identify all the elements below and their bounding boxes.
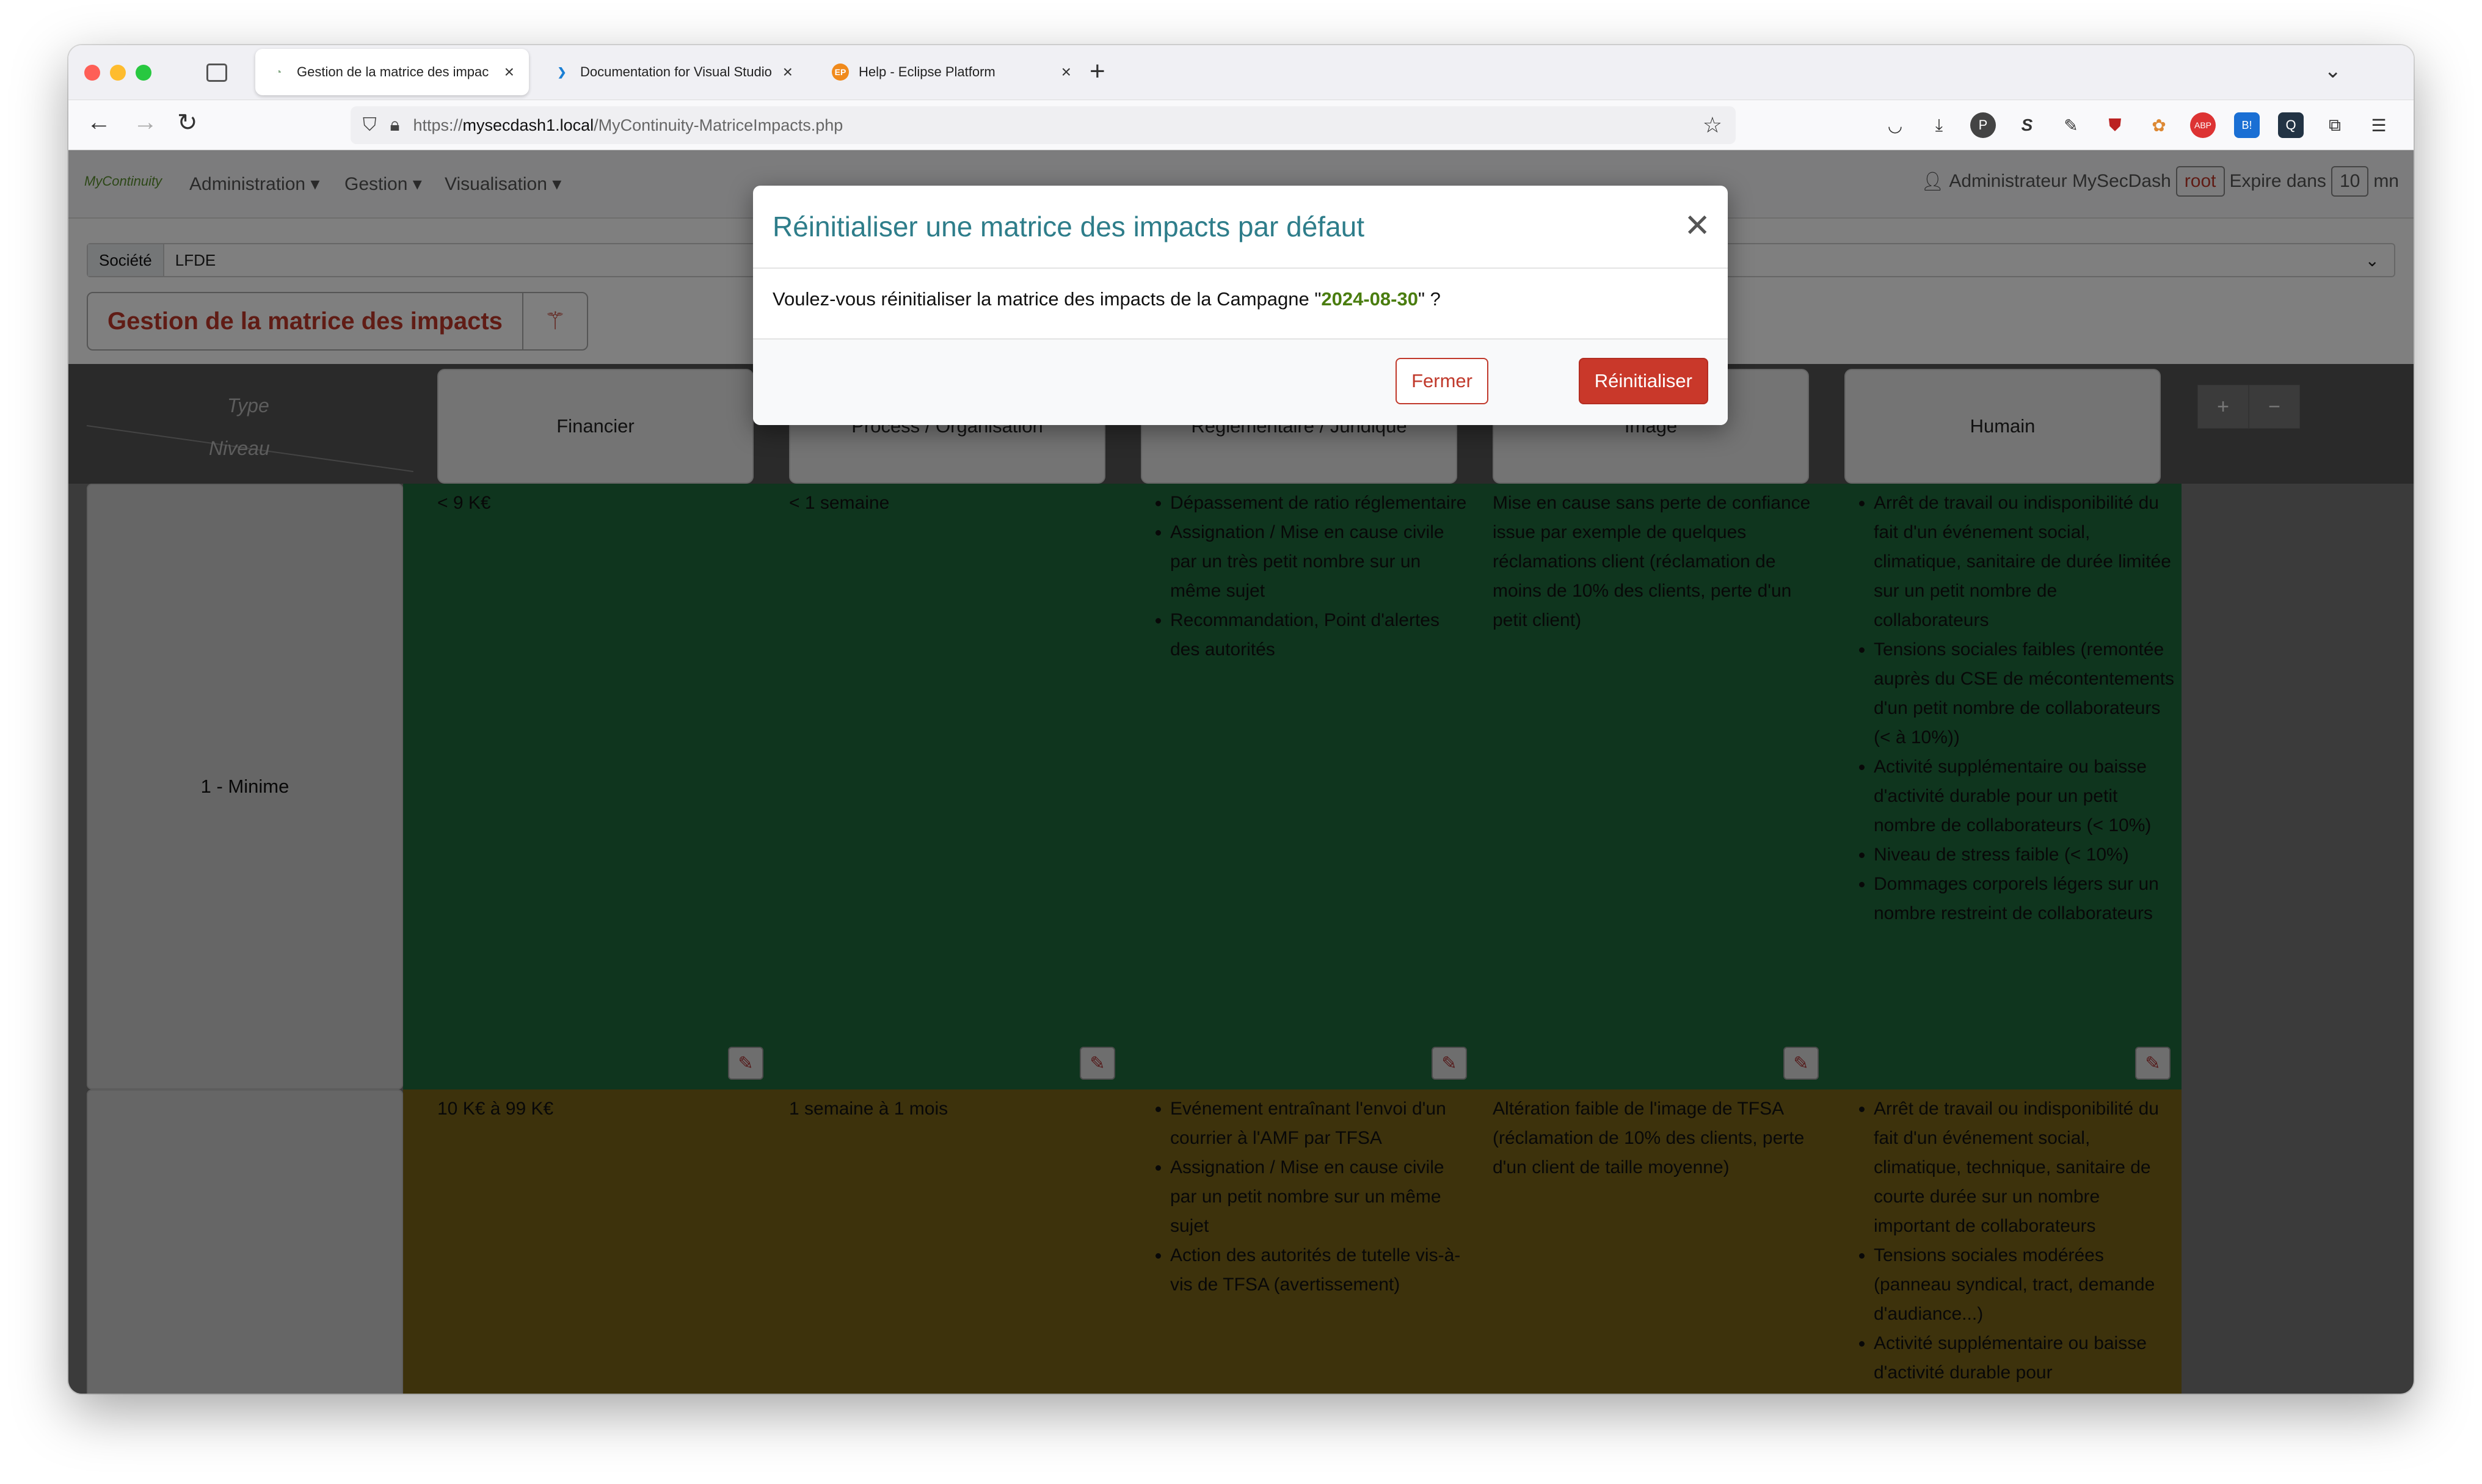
bookmark-extension-icon[interactable]: B! (2234, 112, 2260, 138)
new-tab-button[interactable]: + (1090, 56, 1105, 87)
ublock-icon[interactable]: ⛊ (2102, 112, 2128, 138)
close-window-button[interactable] (84, 65, 100, 81)
extensions-puzzle-icon[interactable]: ⧉ (2322, 112, 2348, 138)
app-menu-icon[interactable]: ☰ (2366, 112, 2392, 138)
shield-icon[interactable]: ⛉ (363, 115, 377, 136)
modal-message-before: Voulez-vous réinitialiser la matrice des… (773, 288, 1322, 310)
eyedropper-icon[interactable]: ✎ (2058, 112, 2084, 138)
toolbar-extensions: ◡ ⤓ P S ✎ ⛊ ✿ ABP B! Q ⧉ ☰ (1882, 112, 2392, 138)
mycontinuity-icon: ◔ (275, 65, 282, 78)
modal-message: Voulez-vous réinitialiser la matrice des… (773, 288, 1441, 310)
close-icon[interactable]: ✕ (1684, 208, 1711, 244)
fermer-button[interactable]: Fermer (1396, 358, 1488, 404)
modal-title: Réinitialiser une matrice des impacts pa… (753, 186, 1728, 269)
navigation-bar: ← → ↻ ⛉ 🔒︎ https://mysecdash1.local/MyCo… (68, 100, 2414, 150)
url-bar[interactable]: ⛉ 🔒︎ https://mysecdash1.local/MyContinui… (351, 106, 1736, 144)
modal-message-after: " ? (1418, 288, 1441, 310)
reset-matrix-dialog: Réinitialiser une matrice des impacts pa… (753, 186, 1728, 425)
profile-extension-icon[interactable]: P (1970, 112, 1996, 138)
list-all-tabs-icon[interactable]: ⌄ (2324, 59, 2342, 83)
q-extension-icon[interactable]: Q (2278, 112, 2304, 138)
close-tab-icon[interactable]: × (783, 62, 793, 82)
url-scheme: https:// (413, 115, 463, 134)
forward-icon[interactable]: → (133, 109, 158, 136)
close-tab-icon[interactable]: × (504, 62, 514, 82)
s-extension-icon[interactable]: S (2014, 112, 2040, 138)
browser-tab-eclipse-help[interactable]: EP Help - Eclipse Platform × (817, 49, 1086, 95)
minimize-window-button[interactable] (110, 65, 126, 81)
vscode-icon: ❯ (557, 65, 567, 78)
back-icon[interactable]: ← (87, 109, 111, 136)
download-icon[interactable]: ⤓ (1926, 112, 1952, 138)
zoom-window-button[interactable] (136, 65, 151, 81)
browser-tab-vscode-docs[interactable]: ❯ Documentation for Visual Studio × (539, 49, 807, 95)
campaign-date: 2024-08-30 (1321, 288, 1418, 310)
tab-overview-icon[interactable] (206, 64, 227, 82)
page-content: MyContinuity Administration ▾ Gestion ▾ … (68, 150, 2414, 1394)
close-tab-icon[interactable]: × (1061, 62, 1071, 82)
url-host: mysecdash1.local (462, 115, 594, 134)
browser-tab-matrice[interactable]: ◔ Gestion de la matrice des impac × (255, 49, 529, 95)
pocket-icon[interactable]: ◡ (1882, 112, 1908, 138)
browser-window: ◔ Gestion de la matrice des impac × ❯ Do… (68, 45, 2414, 1394)
fox-extension-icon[interactable]: ✿ (2146, 112, 2172, 138)
url-path: /MyContinuity-MatriceImpacts.php (594, 115, 843, 134)
lock-icon[interactable]: 🔒︎ (390, 115, 400, 136)
modal-footer: Fermer Réinitialiser (753, 338, 1728, 425)
eclipse-icon: EP (832, 64, 849, 81)
bookmark-star-icon[interactable]: ☆ (1703, 112, 1722, 138)
adblock-icon[interactable]: ABP (2190, 112, 2216, 138)
reload-icon[interactable]: ↻ (177, 109, 198, 137)
tab-strip: ◔ Gestion de la matrice des impac × ❯ Do… (68, 45, 2414, 100)
reinitialiser-button[interactable]: Réinitialiser (1578, 358, 1708, 404)
